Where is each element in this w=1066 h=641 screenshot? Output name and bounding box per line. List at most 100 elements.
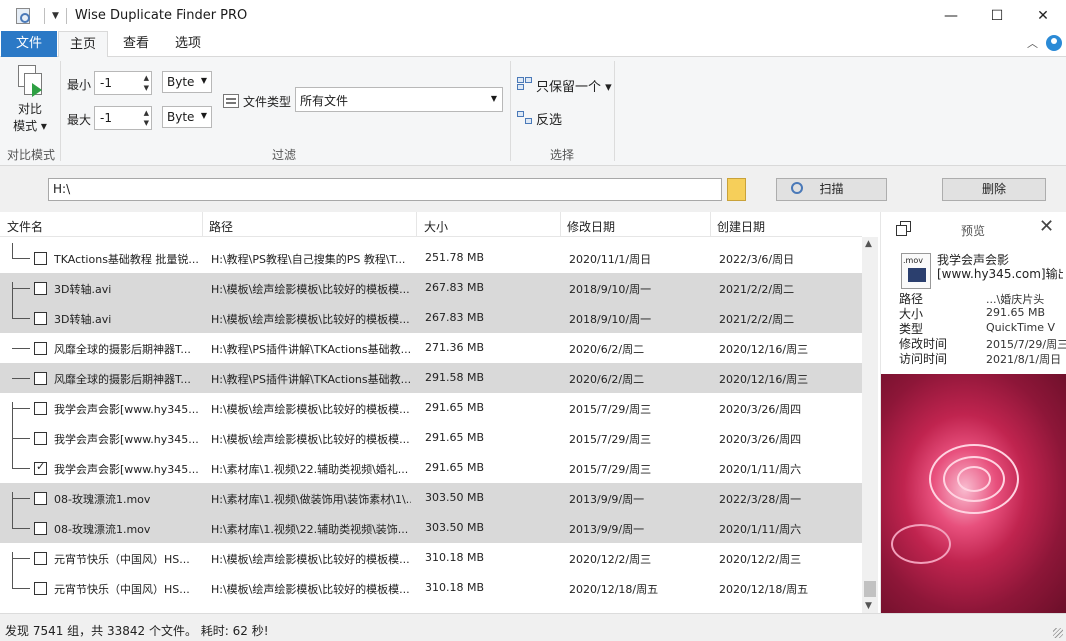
results-scrollbar[interactable]: ▲ ▼ <box>862 237 878 613</box>
window-controls: — ☐ ✕ <box>928 0 1066 31</box>
cell-size: 291.65 MB <box>425 431 485 444</box>
tree-connector <box>12 498 30 499</box>
row-checkbox[interactable] <box>34 432 47 445</box>
table-row[interactable]: 08-玫瑰漂流1.mov H:\素材库\1.视频\22.辅助类视频\装饰... 30… <box>0 513 862 543</box>
tab-view[interactable]: 查看 <box>113 31 159 57</box>
cell-file-name: 我学会声会影[www.hy345... <box>54 463 199 476</box>
scroll-up-icon[interactable]: ▲ <box>865 239 872 249</box>
row-checkbox[interactable] <box>34 312 47 325</box>
title-bar: ▼ Wise Duplicate Finder PRO — ☐ ✕ <box>0 0 1066 31</box>
quick-access-separator <box>65 7 67 24</box>
app-icon[interactable] <box>16 7 30 24</box>
minimize-button[interactable]: — <box>928 0 974 31</box>
column-header-created[interactable]: 创建日期 <box>717 218 765 235</box>
quick-access-dropdown-icon[interactable]: ▼ <box>52 11 59 21</box>
spinner-arrows-icon[interactable]: ▲ ▼ <box>144 108 149 128</box>
table-row[interactable]: 元宵节快乐（中国风）HS... H:\模板\绘声绘影模板\比较好的模板模... 31… <box>0 573 862 603</box>
cell-path: H:\教程\PS教程\自己搜集的PS 教程\T... <box>211 253 406 266</box>
row-checkbox[interactable] <box>34 582 47 595</box>
row-checkbox[interactable] <box>34 402 47 415</box>
tree-connector <box>12 558 30 559</box>
scrollbar-thumb[interactable] <box>864 581 876 597</box>
column-divider[interactable] <box>416 212 417 237</box>
group-label-filter: 过滤 <box>272 148 297 162</box>
cell-file-name: 我学会声会影[www.hy345... <box>54 433 199 446</box>
scan-button[interactable]: 扫描 <box>776 178 887 201</box>
cell-size: 267.83 MB <box>425 311 485 324</box>
column-divider[interactable] <box>710 212 711 237</box>
table-row[interactable]: 3D转轴.avi H:\模板\绘声绘影模板\比较好的模板模... 267.83 MB… <box>0 303 862 333</box>
column-divider[interactable] <box>202 212 203 237</box>
table-row[interactable]: 3D转轴.avi H:\模板\绘声绘影模板\比较好的模板模... 267.83 MB… <box>0 273 862 303</box>
keep-one-button[interactable]: 只保留一个 ▾ <box>536 76 612 95</box>
delete-button[interactable]: 删除 <box>942 178 1046 201</box>
file-type-select[interactable]: 所有文件 ▼ <box>295 87 503 112</box>
row-checkbox[interactable] <box>34 522 47 535</box>
spinner-arrows-icon[interactable]: ▲ ▼ <box>144 73 149 93</box>
tree-connector <box>12 408 30 409</box>
table-row[interactable]: 风靡全球的摄影后期神器T... H:\教程\PS插件讲解\TKActions基础教… <box>0 363 862 393</box>
tab-home[interactable]: 主页 <box>58 31 108 58</box>
row-checkbox[interactable] <box>34 282 47 295</box>
status-text: 发现 7541 组，共 33842 个文件。 耗时: 62 秒! <box>5 624 269 638</box>
invert-select-button[interactable]: 反选 <box>536 109 562 128</box>
min-size-unit-value: Byte <box>167 75 195 89</box>
row-checkbox[interactable] <box>34 252 47 265</box>
group-divider <box>60 61 61 161</box>
copy-icon[interactable] <box>896 221 912 237</box>
window-title: Wise Duplicate Finder PRO <box>74 8 248 23</box>
min-size-spinner[interactable]: -1 ▲ ▼ <box>94 71 152 95</box>
column-header-size[interactable]: 大小 <box>424 218 448 235</box>
cell-created: 2022/3/28/周一 <box>719 493 802 506</box>
table-row[interactable]: 我学会声会影[www.hy345... H:\模板\绘声绘影模板\比较好的模板模.… <box>0 423 862 453</box>
cell-created: 2020/12/18/周五 <box>719 583 809 596</box>
scroll-down-icon[interactable]: ▼ <box>865 601 872 611</box>
preview-close-icon[interactable]: ✕ <box>1039 216 1054 237</box>
row-checkbox[interactable] <box>34 552 47 565</box>
close-button[interactable]: ✕ <box>1020 0 1066 31</box>
tree-connector <box>12 438 30 439</box>
tab-file[interactable]: 文件 <box>1 31 57 57</box>
max-size-unit-select[interactable]: Byte ▼ <box>162 106 212 128</box>
results-table-header: 文件名 路径 大小 修改日期 创建日期 <box>0 212 862 237</box>
max-size-spinner[interactable]: -1 ▲ ▼ <box>94 106 152 130</box>
ribbon-panel: 对比 模式 ▾ 对比模式 最小 -1 ▲ ▼ Byte ▼ 最大 -1 ▲ ▼ By… <box>0 57 1066 166</box>
column-header-modified[interactable]: 修改日期 <box>567 218 615 235</box>
table-row[interactable]: 我学会声会影[www.hy345... H:\素材库\1.视频\22.辅助类视频\… <box>0 453 862 483</box>
row-checkbox[interactable] <box>34 460 47 475</box>
cell-file-name: 3D转轴.avi <box>54 283 112 296</box>
compare-mode-icon[interactable] <box>16 65 44 99</box>
folder-browse-icon[interactable] <box>727 178 746 201</box>
table-row[interactable]: TKActions基础教程 批量锐... H:\教程\PS教程\自己搜集的PS 教… <box>0 243 862 273</box>
resize-grip[interactable] <box>1053 628 1063 638</box>
column-divider[interactable] <box>560 212 561 237</box>
table-row[interactable]: 我学会声会影[www.hy345... H:\模板\绘声绘影模板\比较好的模板模.… <box>0 393 862 423</box>
tree-connector <box>12 258 30 259</box>
scan-path-input[interactable]: H:\ <box>48 178 722 201</box>
row-checkbox[interactable] <box>34 492 47 505</box>
property-value: ...\婚庆片头 <box>986 293 1045 306</box>
cell-modified: 2015/7/29/周三 <box>569 433 652 446</box>
tree-connector <box>12 318 30 319</box>
column-header-path[interactable]: 路径 <box>209 218 233 235</box>
user-account-icon[interactable] <box>1046 35 1062 51</box>
search-icon <box>791 182 803 194</box>
min-size-unit-select[interactable]: Byte ▼ <box>162 71 212 93</box>
tree-connector <box>12 348 30 349</box>
cell-created: 2020/1/11/周六 <box>719 523 802 536</box>
maximize-button[interactable]: ☐ <box>974 0 1020 31</box>
tab-options[interactable]: 选项 <box>165 31 211 57</box>
table-row[interactable]: 08-玫瑰漂流1.mov H:\素材库\1.视频\做装饰用\装饰素材\1\... 3… <box>0 483 862 513</box>
preview-thumbnail <box>881 374 1066 613</box>
row-checkbox[interactable] <box>34 342 47 355</box>
preview-title: 预览 <box>961 224 986 238</box>
results-table-body: TKActions基础教程 批量锐... H:\教程\PS教程\自己搜集的PS 教… <box>0 243 862 613</box>
cell-path: H:\模板\绘声绘影模板\比较好的模板模... <box>211 283 410 296</box>
column-header-name[interactable]: 文件名 <box>7 218 43 235</box>
compare-mode-button[interactable]: 对比 模式 ▾ <box>10 101 50 135</box>
cell-path: H:\素材库\1.视频\22.辅助类视频\婚礼... <box>211 463 409 476</box>
table-row[interactable]: 元宵节快乐（中国风）HS... H:\模板\绘声绘影模板\比较好的模板模... 31… <box>0 543 862 573</box>
ribbon-collapse-icon[interactable]: ︿ <box>1027 35 1038 51</box>
table-row[interactable]: 风靡全球的摄影后期神器T... H:\教程\PS插件讲解\TKActions基础教… <box>0 333 862 363</box>
row-checkbox[interactable] <box>34 372 47 385</box>
